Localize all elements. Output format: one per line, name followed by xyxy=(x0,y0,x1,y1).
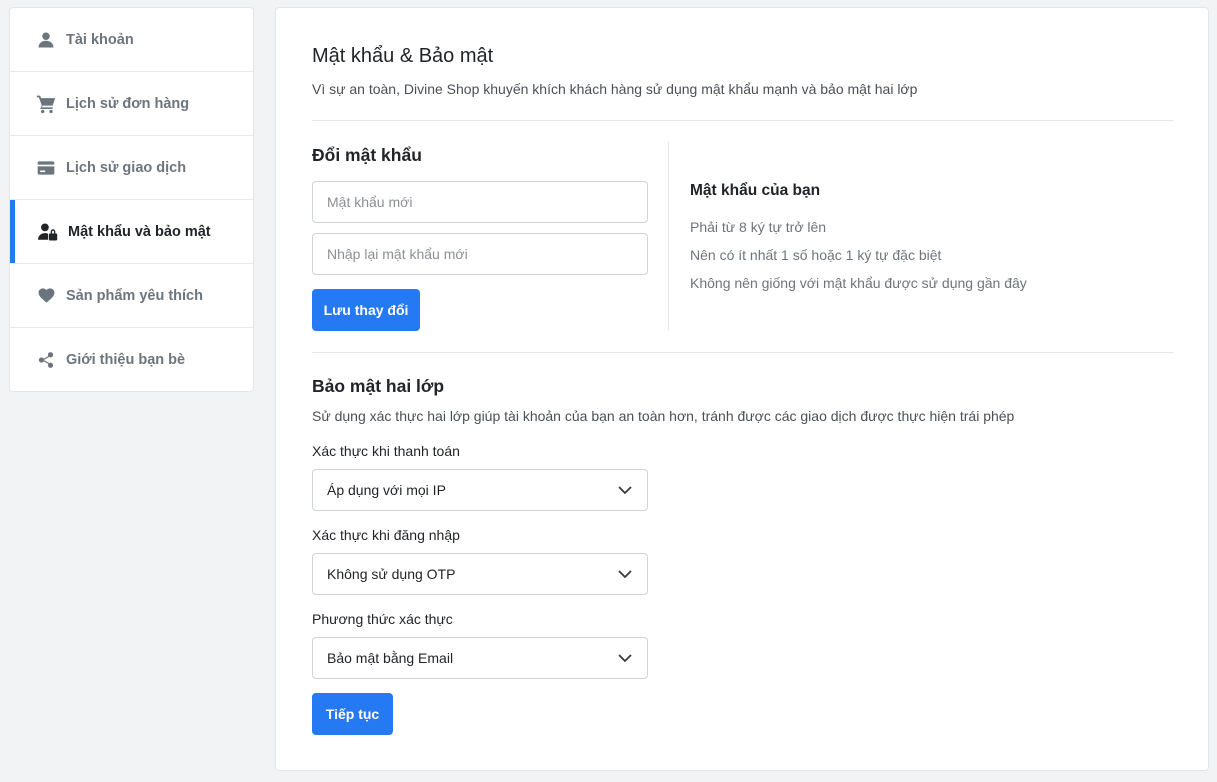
select-value: Bảo mật bằng Email xyxy=(327,650,454,666)
share-icon xyxy=(36,350,56,370)
select-value: Áp dụng với mọi IP xyxy=(327,482,446,498)
sidebar-item-password-security[interactable]: Mật khẩu và bảo mật xyxy=(10,200,253,264)
vertical-divider xyxy=(668,142,669,330)
sidebar-item-order-history[interactable]: Lịch sử đơn hàng xyxy=(10,72,253,136)
chevron-down-icon xyxy=(617,482,633,498)
two-factor-description: Sử dụng xác thực hai lớp giúp tài khoản … xyxy=(312,408,1015,424)
page-title: Mật khẩu & Bảo mật xyxy=(312,45,494,67)
auth-method-label: Phương thức xác thực xyxy=(312,611,453,627)
auth-method-select[interactable]: Bảo mật bằng Email xyxy=(312,637,648,679)
credit-card-icon xyxy=(36,158,56,178)
requirement-item: Nên có ít nhất 1 số hoặc 1 ký tự đặc biệ… xyxy=(690,247,942,263)
select-value: Không sử dụng OTP xyxy=(327,566,456,582)
sidebar-item-label: Giới thiệu bạn bè xyxy=(66,352,186,368)
divider xyxy=(312,352,1174,353)
confirm-password-input[interactable] xyxy=(312,233,648,275)
security-card: Mật khẩu & Bảo mật Vì sự an toàn, Divine… xyxy=(275,7,1209,771)
heart-icon xyxy=(36,286,56,306)
sidebar-item-refer-friends[interactable]: Giới thiệu bạn bè xyxy=(10,328,253,391)
sidebar-item-label: Lịch sử giao dịch xyxy=(66,159,187,176)
continue-button[interactable]: Tiếp tục xyxy=(312,693,393,735)
sidebar-item-label: Tài khoản xyxy=(66,31,134,48)
change-password-title: Đổi mật khẩu xyxy=(312,145,422,165)
new-password-input[interactable] xyxy=(312,181,648,223)
cart-icon xyxy=(36,94,56,114)
sidebar-item-transaction-history[interactable]: Lịch sử giao dịch xyxy=(10,136,253,200)
account-sidebar: Tài khoản Lịch sử đơn hàng Lịch sử giao … xyxy=(9,7,254,392)
sidebar-item-favorites[interactable]: Sản phẩm yêu thích xyxy=(10,264,253,328)
payment-auth-select[interactable]: Áp dụng với mọi IP xyxy=(312,469,648,511)
sidebar-item-label: Mật khẩu và bảo mật xyxy=(68,223,211,240)
save-changes-button[interactable]: Lưu thay đổi xyxy=(312,289,420,331)
page-subtitle: Vì sự an toàn, Divine Shop khuyến khích … xyxy=(312,81,918,97)
two-factor-title: Bảo mật hai lớp xyxy=(312,376,445,396)
payment-auth-label: Xác thực khi thanh toán xyxy=(312,443,460,459)
requirement-item: Không nên giống với mật khẩu được sử dụn… xyxy=(690,275,1027,291)
login-auth-label: Xác thực khi đăng nhập xyxy=(312,527,460,543)
sidebar-item-label: Lịch sử đơn hàng xyxy=(66,95,190,112)
requirement-item: Phải từ 8 ký tự trở lên xyxy=(690,219,827,235)
sidebar-item-account[interactable]: Tài khoản xyxy=(10,8,253,72)
login-auth-select[interactable]: Không sử dụng OTP xyxy=(312,553,648,595)
user-icon xyxy=(36,30,56,50)
chevron-down-icon xyxy=(617,566,633,582)
chevron-down-icon xyxy=(617,650,633,666)
divider xyxy=(312,120,1174,121)
user-lock-icon xyxy=(38,222,58,242)
sidebar-item-label: Sản phẩm yêu thích xyxy=(66,287,203,304)
password-requirements-title: Mật khẩu của bạn xyxy=(690,182,821,199)
